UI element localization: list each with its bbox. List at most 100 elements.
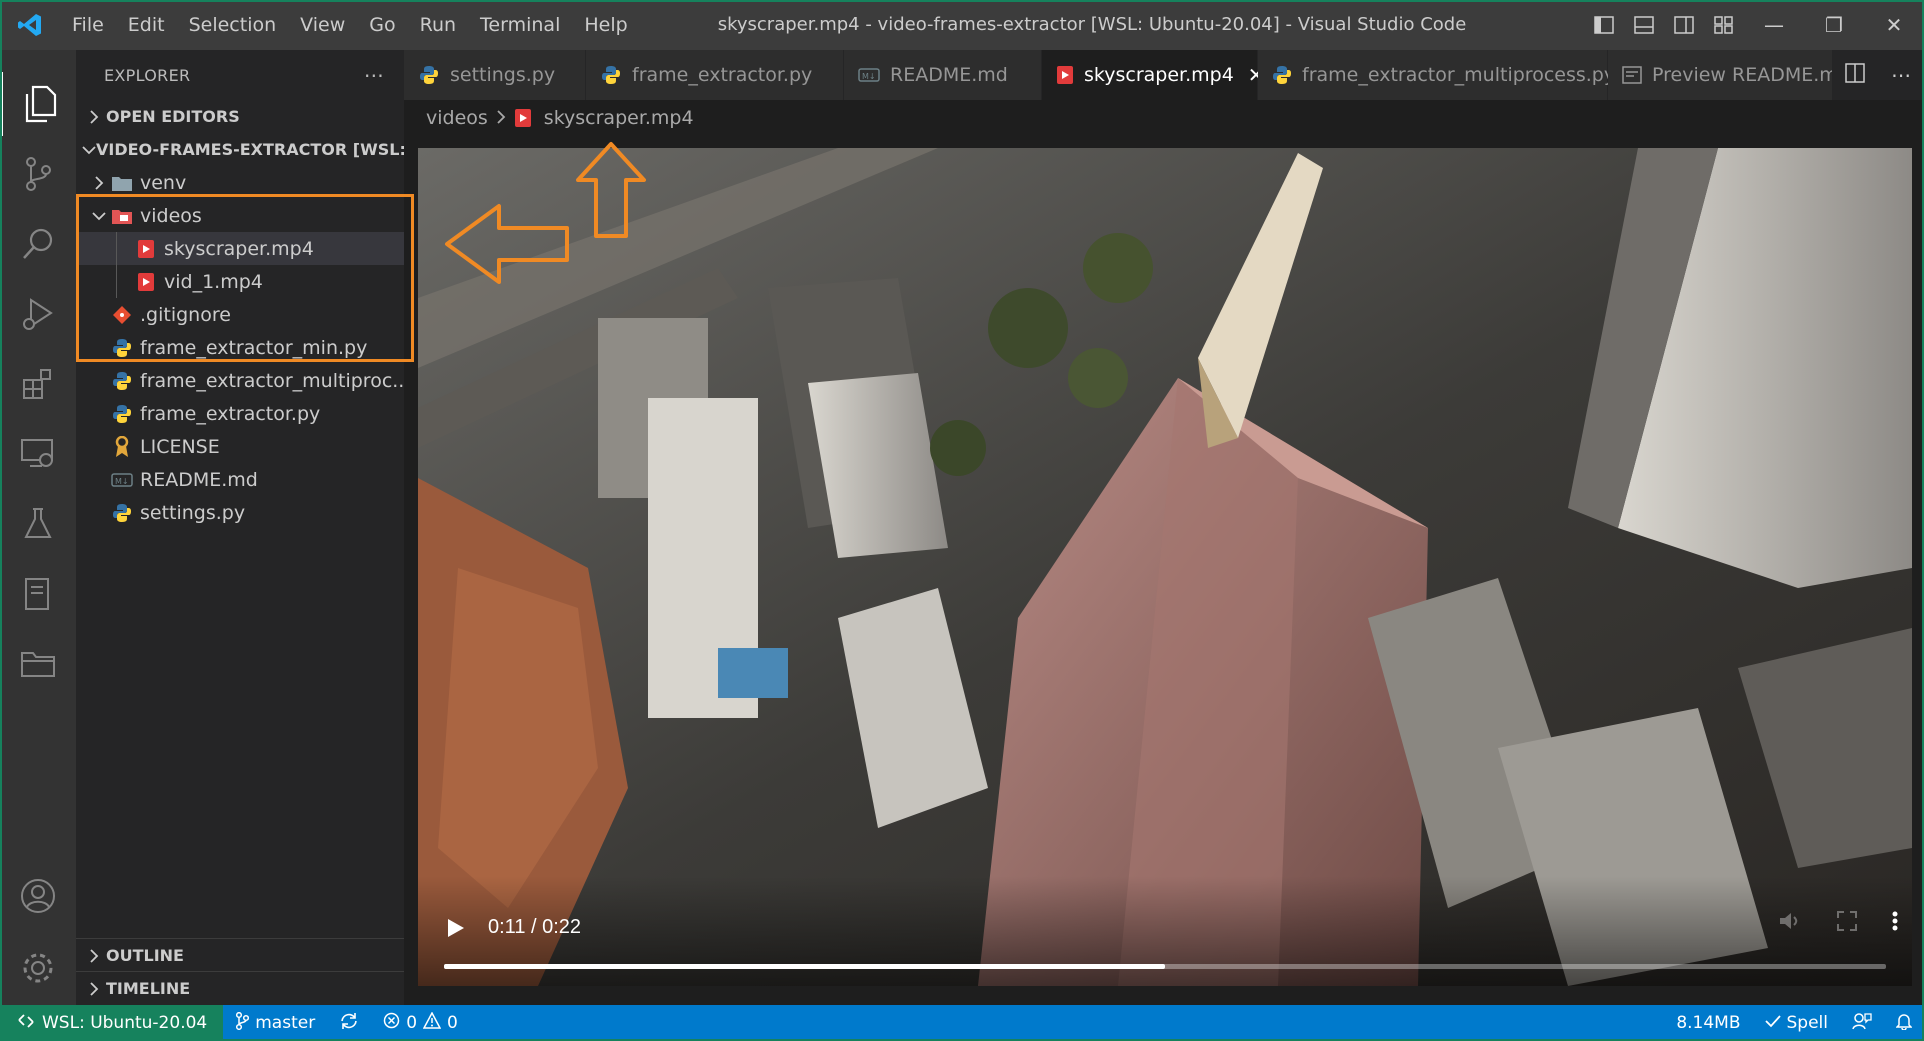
tab-readme-md[interactable]: M↓ README.md	[844, 50, 1042, 100]
tree-item-label: .gitignore	[140, 303, 231, 326]
remote-indicator[interactable]: WSL: Ubuntu-20.04	[0, 1005, 224, 1041]
python-file-icon	[600, 64, 622, 86]
accounts-icon[interactable]	[0, 864, 76, 928]
search-icon[interactable]	[0, 212, 76, 276]
tree-item-settings[interactable]: settings.py	[76, 496, 404, 529]
tree-item-videos[interactable]: videos	[76, 199, 404, 232]
tab-frame-extractor-py[interactable]: frame_extractor.py	[586, 50, 844, 100]
fullscreen-icon[interactable]	[1836, 910, 1858, 936]
timeline-section[interactable]: TIMELINE	[76, 972, 404, 1005]
menu-selection[interactable]: Selection	[177, 0, 289, 50]
project-label: VIDEO-FRAMES-EXTRACTOR [WSL: ...	[96, 140, 404, 159]
indent-guide	[116, 265, 117, 298]
editor-tab-bar: settings.py frame_extractor.py M↓ README…	[404, 50, 1924, 100]
warning-icon	[422, 1011, 442, 1034]
volume-icon[interactable]	[1778, 910, 1802, 936]
menu-file[interactable]: File	[60, 0, 116, 50]
spell-check-indicator[interactable]: Spell	[1753, 1005, 1841, 1041]
tree-item-frame-extractor[interactable]: frame_extractor.py	[76, 397, 404, 430]
notebook-icon[interactable]	[0, 562, 76, 626]
aerial-city-frame	[418, 148, 1912, 986]
split-editor-icon[interactable]	[1845, 63, 1865, 87]
markdown-icon: M↓	[858, 64, 880, 86]
file-size-indicator[interactable]: 8.14MB	[1664, 1005, 1752, 1041]
toggle-panel-icon[interactable]	[1624, 0, 1664, 50]
preview-icon	[1622, 64, 1642, 86]
activity-bar	[0, 50, 76, 1005]
problems-indicator[interactable]: 0 0	[371, 1005, 470, 1041]
restore-icon[interactable]: ❐	[1804, 0, 1864, 50]
video-progress-fill	[444, 964, 1165, 969]
tree-item-label: videos	[140, 204, 202, 227]
tab-preview-readme[interactable]: Preview README.md	[1608, 50, 1848, 100]
open-editors-section[interactable]: OPEN EDITORS	[76, 100, 404, 133]
tab-label: skyscraper.mp4	[1084, 64, 1234, 86]
run-debug-icon[interactable]	[0, 282, 76, 346]
extensions-icon[interactable]	[0, 352, 76, 416]
timeline-label: TIMELINE	[106, 979, 191, 998]
breadcrumb-file[interactable]: skyscraper.mp4	[544, 107, 694, 129]
more-actions-icon[interactable]: ⋯	[1891, 63, 1911, 87]
tab-frame-extractor-multiprocess-py[interactable]: frame_extractor_multiprocess.py	[1258, 50, 1615, 100]
outline-section[interactable]: OUTLINE	[76, 939, 404, 972]
vscode-logo-icon	[0, 0, 60, 50]
branch-icon	[235, 1011, 250, 1035]
video-controls: 0:11 / 0:22	[418, 876, 1912, 986]
tree-item-label: settings.py	[140, 501, 246, 524]
explorer-header: EXPLORER ⋯	[76, 50, 404, 100]
play-icon[interactable]	[444, 916, 468, 940]
menu-view[interactable]: View	[288, 0, 357, 50]
branch-indicator[interactable]: master	[223, 1005, 327, 1041]
tree-item-gitignore[interactable]: .gitignore	[76, 298, 404, 331]
video-options-icon[interactable]	[1892, 910, 1898, 936]
chevron-down-icon	[88, 211, 110, 221]
menu-run[interactable]: Run	[408, 0, 468, 50]
explorer-icon[interactable]	[0, 72, 76, 136]
tab-skyscraper-mp4[interactable]: skyscraper.mp4 ✕	[1042, 50, 1265, 100]
breadcrumb-folder[interactable]: videos	[426, 107, 488, 129]
notifications-button[interactable]	[1884, 1005, 1924, 1041]
tree-item-license[interactable]: LICENSE	[76, 430, 404, 463]
remote-explorer-icon[interactable]	[0, 422, 76, 486]
feedback-icon	[1852, 1012, 1872, 1035]
settings-gear-icon[interactable]	[0, 936, 76, 1000]
folder-icon	[110, 171, 134, 195]
tab-label: frame_extractor.py	[632, 64, 813, 86]
tree-item-frame-extractor-multiproc[interactable]: frame_extractor_multiproc...	[76, 364, 404, 397]
video-progress-bar[interactable]	[444, 964, 1886, 969]
error-icon	[383, 1012, 400, 1034]
customize-layout-icon[interactable]	[1704, 0, 1744, 50]
testing-icon[interactable]	[0, 492, 76, 556]
close-window-icon[interactable]: ✕	[1864, 0, 1924, 50]
file-size: 8.14MB	[1676, 1013, 1741, 1033]
tab-settings-py[interactable]: settings.py	[404, 50, 586, 100]
outline-panel: OUTLINE	[76, 938, 404, 972]
python-file-icon	[110, 402, 134, 426]
video-folder-icon	[110, 204, 134, 228]
sync-button[interactable]	[327, 1005, 371, 1041]
tree-item-skyscraper[interactable]: skyscraper.mp4	[76, 232, 404, 265]
menu-edit[interactable]: Edit	[116, 0, 177, 50]
tree-item-frame-extractor-min[interactable]: frame_extractor_min.py	[76, 331, 404, 364]
project-section[interactable]: VIDEO-FRAMES-EXTRACTOR [WSL: ...	[76, 133, 404, 166]
bell-icon	[1895, 1012, 1913, 1035]
toggle-sidebar-icon[interactable]	[1584, 0, 1624, 50]
source-control-icon[interactable]	[0, 142, 76, 206]
editor-actions: ⋯	[1832, 50, 1924, 100]
feedback-button[interactable]	[1840, 1005, 1884, 1041]
python-file-icon	[110, 501, 134, 525]
license-icon	[110, 435, 134, 459]
tree-item-vid1[interactable]: vid_1.mp4	[76, 265, 404, 298]
menu-go[interactable]: Go	[357, 0, 407, 50]
split-layout-icon[interactable]	[1664, 0, 1704, 50]
more-actions-icon[interactable]: ⋯	[364, 63, 384, 87]
tree-item-venv[interactable]: venv	[76, 166, 404, 199]
minimize-icon[interactable]: —	[1744, 0, 1804, 50]
folder-view-icon[interactable]	[0, 632, 76, 696]
svg-text:M↓: M↓	[115, 477, 129, 486]
sync-icon	[339, 1012, 359, 1035]
video-file-icon	[514, 107, 536, 129]
tree-item-readme[interactable]: M↓ README.md	[76, 463, 404, 496]
check-icon	[1764, 1013, 1781, 1033]
video-player[interactable]: 0:11 / 0:22	[418, 148, 1912, 986]
